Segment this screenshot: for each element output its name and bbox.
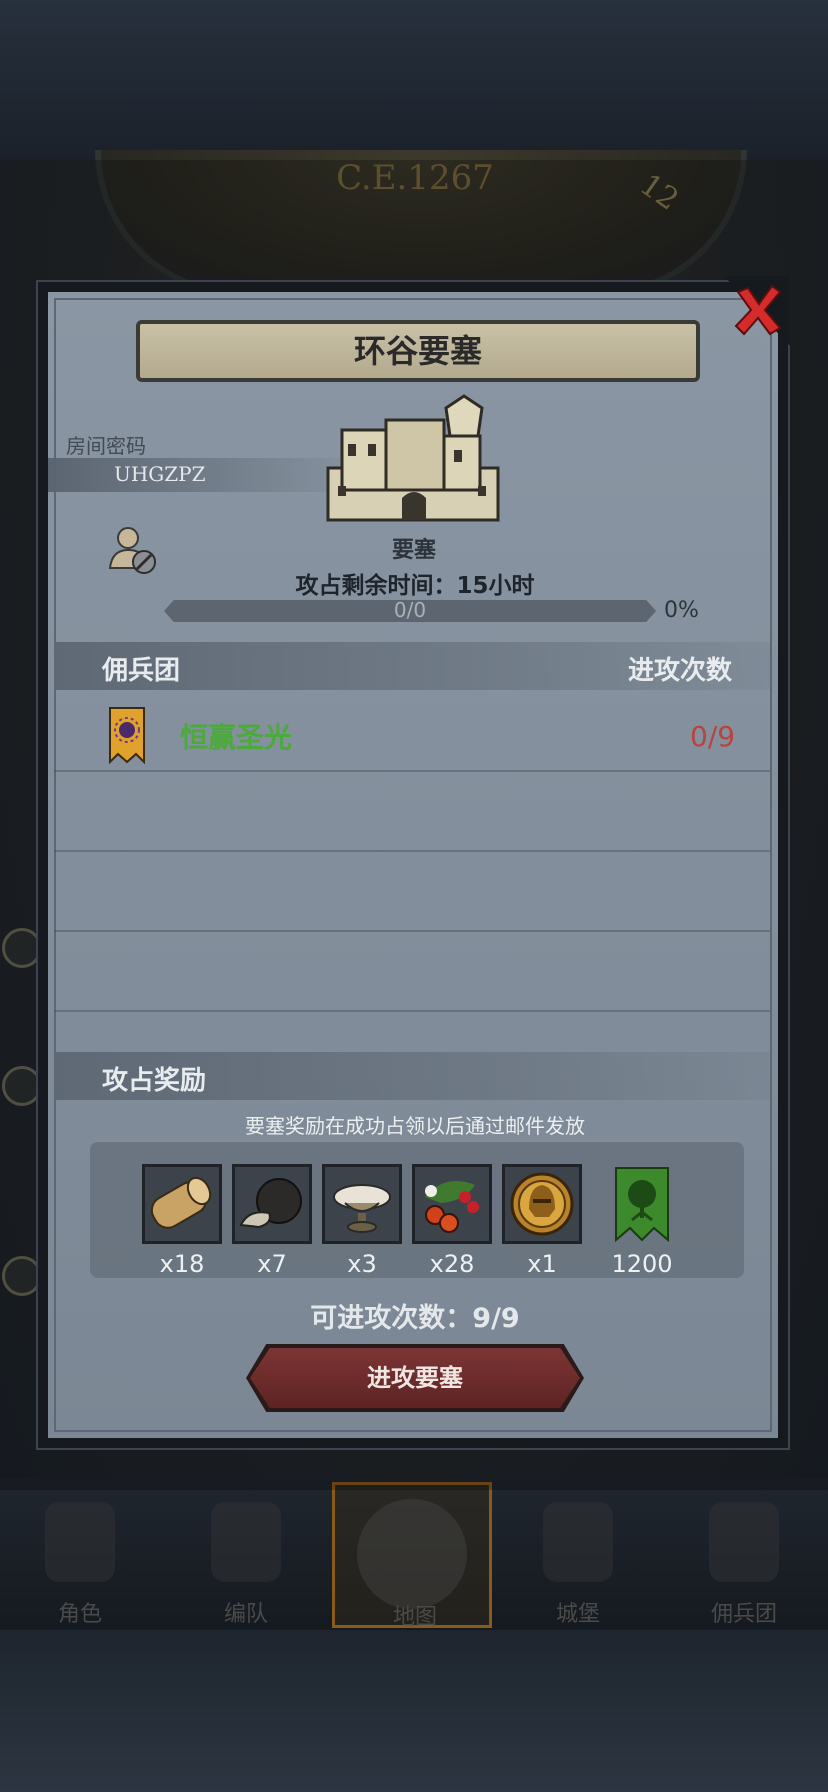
nav-label: 地图 bbox=[392, 1605, 437, 1630]
remaining-attacks: 可进攻次数：9/9 bbox=[310, 1303, 520, 1334]
reward-item-helmet-coin[interactable] bbox=[502, 1164, 582, 1244]
reward-item-dish[interactable] bbox=[322, 1164, 402, 1244]
room-code-label: 房间密码 bbox=[66, 434, 146, 458]
sun-banner-icon bbox=[109, 707, 145, 764]
reward-item-berries[interactable] bbox=[412, 1164, 492, 1244]
nav-character[interactable]: 角色 bbox=[0, 1482, 160, 1628]
rewards-header: 攻占奖励 bbox=[102, 1066, 207, 1096]
row-divider bbox=[54, 770, 770, 772]
reward-count: x7 bbox=[257, 1250, 287, 1278]
nav-mercenary[interactable]: 佣兵团 bbox=[664, 1482, 824, 1628]
room-code[interactable]: UHGZPZ bbox=[114, 462, 206, 486]
fortress-type-label: 要塞 bbox=[391, 538, 436, 563]
row-divider bbox=[54, 850, 770, 852]
knight-helmet-coin-icon bbox=[510, 1172, 574, 1236]
rewards-note: 要塞奖励在成功占领以后通过邮件发放 bbox=[245, 1114, 585, 1138]
row-divider bbox=[54, 930, 770, 932]
reward-count: x28 bbox=[429, 1250, 475, 1278]
time-remaining: 攻占剩余时间：15小时 bbox=[295, 573, 535, 599]
reward-count: x1 bbox=[527, 1250, 557, 1278]
mercenary-header: 佣兵团 bbox=[102, 656, 181, 686]
fortress-icon bbox=[326, 394, 500, 522]
formation-icon bbox=[211, 1502, 281, 1582]
attack-button-label[interactable]: 进攻要塞 bbox=[250, 1348, 580, 1408]
nav-label: 城堡 bbox=[555, 1602, 600, 1627]
reward-count: 1200 bbox=[611, 1250, 673, 1278]
bottom-safe-area bbox=[0, 1630, 828, 1792]
nav-castle[interactable]: 城堡 bbox=[498, 1482, 658, 1628]
reward-item-wood[interactable] bbox=[142, 1164, 222, 1244]
attack-count-header: 进攻次数 bbox=[628, 656, 733, 686]
wood-log-icon bbox=[150, 1176, 212, 1229]
close-icon[interactable] bbox=[730, 282, 786, 338]
dialog-title: 环谷要塞 bbox=[353, 332, 482, 370]
reward-count: x18 bbox=[159, 1250, 205, 1278]
nav-formation[interactable]: 编队 bbox=[166, 1482, 326, 1628]
nav-label: 角色 bbox=[57, 1602, 102, 1627]
nav-label: 佣兵团 bbox=[710, 1602, 777, 1627]
dish-icon bbox=[333, 1184, 391, 1233]
nav-map[interactable]: 地图 bbox=[332, 1482, 492, 1630]
reward-count: x3 bbox=[347, 1250, 377, 1278]
person-blocked-icon[interactable] bbox=[106, 524, 160, 576]
progress-text: 0/0 bbox=[393, 598, 427, 622]
guild-name[interactable]: 恒赢圣光 bbox=[180, 716, 292, 756]
mercenary-icon bbox=[709, 1502, 779, 1582]
map-icon bbox=[357, 1499, 467, 1609]
reward-item-truffle[interactable] bbox=[232, 1164, 312, 1244]
tree-banner-icon[interactable] bbox=[614, 1166, 670, 1242]
castle-icon bbox=[543, 1502, 613, 1582]
character-icon bbox=[45, 1502, 115, 1582]
truffle-icon bbox=[239, 1178, 302, 1229]
progress-percent: 0% bbox=[664, 598, 699, 623]
top-backdrop bbox=[0, 0, 828, 160]
nav-label: 编队 bbox=[223, 1602, 268, 1627]
guild-attack-count: 0/9 bbox=[690, 720, 736, 753]
row-divider bbox=[54, 1010, 770, 1012]
berries-icon bbox=[425, 1181, 479, 1233]
